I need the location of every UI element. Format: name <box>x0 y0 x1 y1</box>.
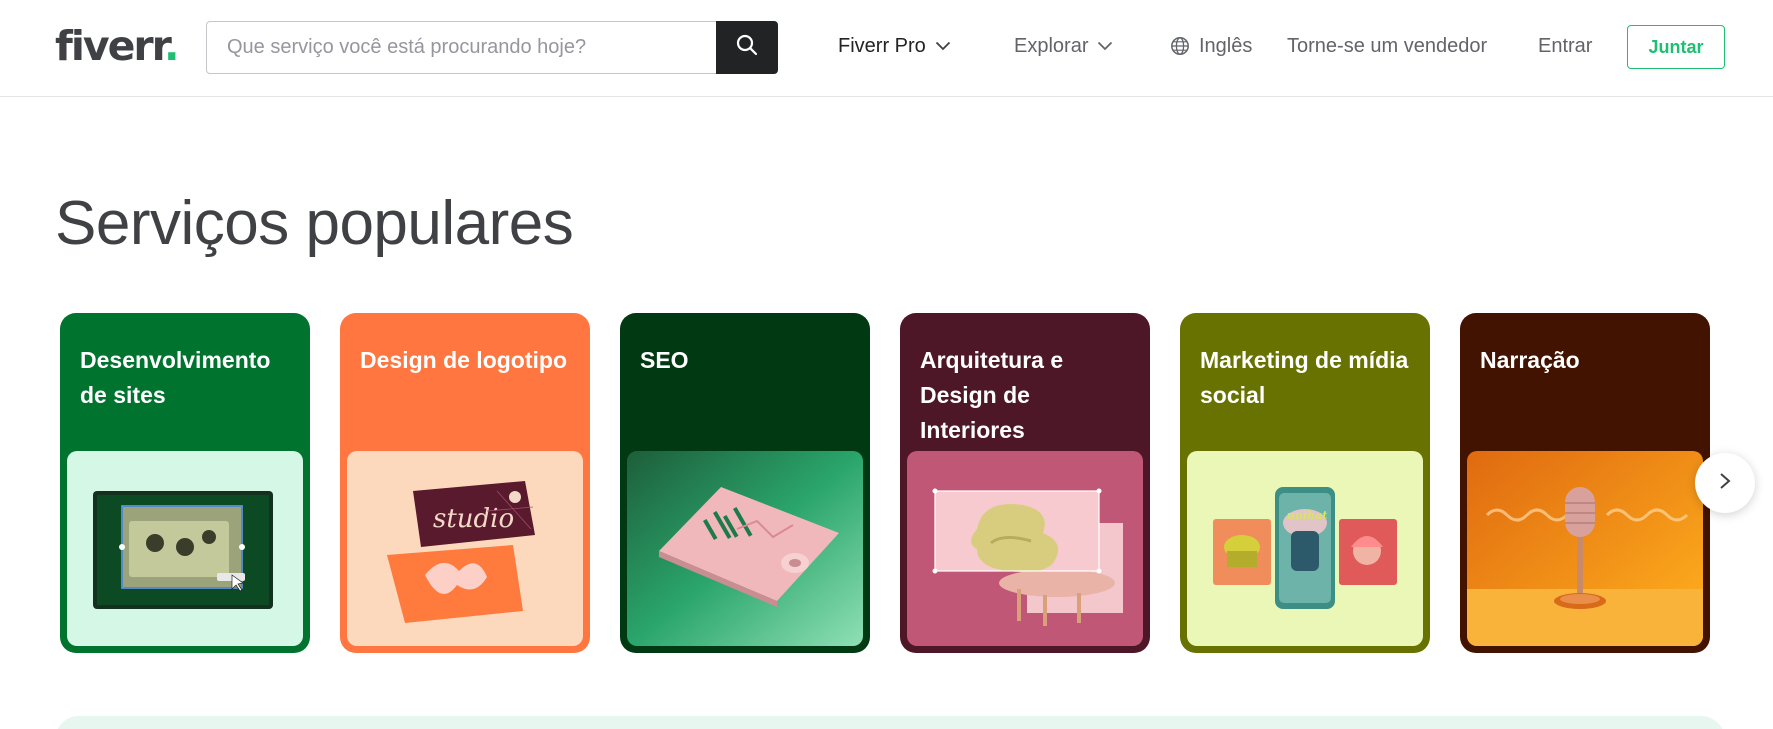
search-input[interactable] <box>207 22 717 73</box>
service-card-title: SEO <box>640 347 689 373</box>
service-card-voice-over[interactable]: Narração <box>1460 313 1710 653</box>
service-card-seo[interactable]: SEO <box>620 313 870 653</box>
nav-sign-in[interactable]: Entrar <box>1538 30 1592 62</box>
service-card-image <box>627 451 863 646</box>
join-button[interactable]: Juntar <box>1627 25 1725 69</box>
service-card-title: Desenvolvimento de sites <box>80 347 271 408</box>
logo-dot: . <box>164 22 180 70</box>
svg-text:studio: studio <box>433 504 514 534</box>
carousel-next-button[interactable] <box>1695 453 1755 513</box>
chevron-down-icon <box>1097 41 1113 51</box>
service-card-social-media-marketing[interactable]: Marketing de mídia social unihat <box>1180 313 1430 653</box>
nav-become-seller[interactable]: Torne-se um vendedor <box>1287 30 1487 62</box>
service-card-image <box>1467 451 1703 646</box>
nav-language[interactable]: Inglês <box>1170 30 1252 62</box>
service-card-title: Arquitetura e Design de Interiores <box>920 347 1064 443</box>
next-section-banner <box>55 716 1725 729</box>
service-card-image: studio <box>347 451 583 646</box>
chevron-right-icon <box>1719 472 1731 495</box>
search-icon <box>736 34 758 61</box>
logo-text: fiverr <box>55 22 166 70</box>
search-bar <box>206 21 778 74</box>
service-card-image <box>907 451 1143 646</box>
site-header: fiverr. Fiverr Pro Explorar Inglês Torne… <box>0 0 1773 97</box>
service-card-logo-design[interactable]: Design de logotipo studio <box>340 313 590 653</box>
search-button[interactable] <box>716 21 778 74</box>
nav-explore[interactable]: Explorar <box>1014 30 1113 62</box>
service-card-title: Design de logotipo <box>360 347 567 373</box>
nav-fiverr-pro[interactable]: Fiverr Pro <box>838 30 951 62</box>
fiverr-logo[interactable]: fiverr. <box>55 22 180 70</box>
nav-language-label: Inglês <box>1199 34 1253 57</box>
section-title: Serviços populares <box>55 189 574 258</box>
globe-icon <box>1170 36 1190 56</box>
service-card-title: Narração <box>1480 347 1580 373</box>
svg-text:unihat: unihat <box>1287 509 1327 522</box>
service-card-image: unihat <box>1187 451 1423 646</box>
service-card-image <box>67 451 303 646</box>
chevron-down-icon <box>935 41 951 51</box>
service-card-web-development[interactable]: Desenvolvimento de sites <box>60 313 310 653</box>
service-card-architecture-interior-design[interactable]: Arquitetura e Design de Interiores <box>900 313 1150 653</box>
service-card-title: Marketing de mídia social <box>1200 347 1409 408</box>
nav-explore-label: Explorar <box>1014 34 1089 57</box>
nav-fiverr-pro-label: Fiverr Pro <box>838 34 926 57</box>
